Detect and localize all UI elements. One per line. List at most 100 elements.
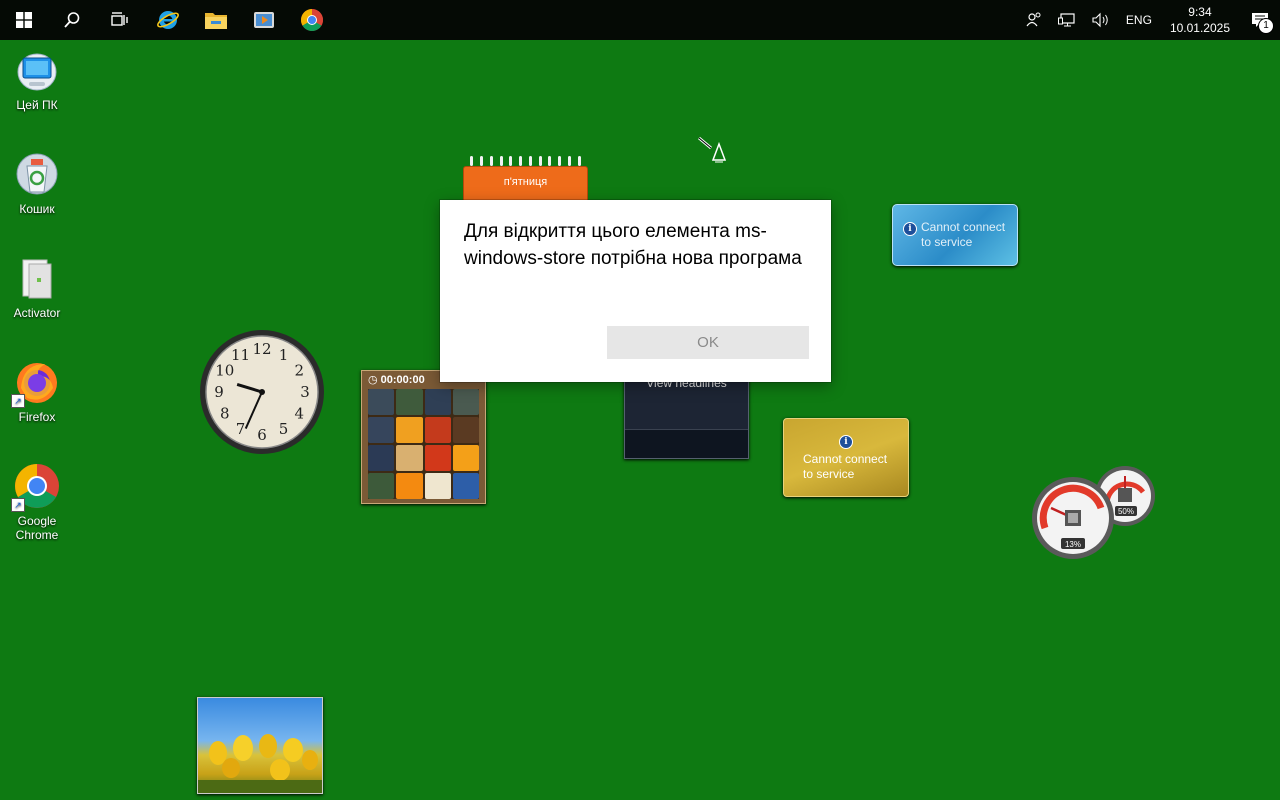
puzzle-tile[interactable] — [452, 445, 479, 471]
puzzle-tile[interactable] — [368, 417, 395, 443]
puzzle-tile[interactable] — [452, 473, 479, 499]
volume-button[interactable] — [1084, 0, 1118, 40]
desktop-icon-activator[interactable]: Activator — [4, 254, 70, 320]
recycle-bin-icon — [16, 153, 58, 195]
desktop-icon-recycle-bin[interactable]: Кошик — [4, 150, 70, 216]
clock-date: 10.01.2025 — [1169, 21, 1230, 35]
clock-numeral: 7 — [236, 420, 246, 438]
app-required-dialog: Для відкриття цього елемента ms-windows-… — [440, 200, 831, 382]
shortcut-arrow-icon: ↗ — [11, 394, 25, 408]
chrome-taskbar-button[interactable] — [288, 0, 336, 40]
calendar-rings — [463, 156, 588, 166]
desktop-icon-label: Цей ПК — [16, 98, 58, 112]
puzzle-grid[interactable] — [368, 389, 479, 499]
puzzle-tile[interactable] — [424, 445, 451, 471]
clock-numeral: 9 — [214, 383, 224, 401]
cpu-meter-dials: 50% 13% — [1032, 466, 1155, 559]
puzzle-tile[interactable] — [396, 389, 423, 415]
taskbar-clock[interactable]: 9:34 10.01.2025 — [1160, 4, 1240, 36]
puzzle-tile[interactable] — [452, 389, 479, 415]
network-icon — [1057, 13, 1075, 27]
desktop-icon-this-pc[interactable]: Цей ПК — [4, 46, 70, 112]
windows-logo-icon — [16, 12, 32, 28]
taskbar: ENG 9:34 10.01.2025 1 — [0, 0, 1280, 40]
clock-numeral: 3 — [300, 383, 310, 401]
puzzle-tile[interactable] — [424, 417, 451, 443]
picture-puzzle-gadget[interactable]: ◷ 00:00:00 — [361, 370, 486, 504]
this-pc-icon — [17, 53, 57, 91]
cpu-meter-gadget[interactable]: 50% 13% — [1031, 464, 1157, 560]
calendar-gadget[interactable]: п'ятниця — [463, 156, 588, 204]
puzzle-tile[interactable] — [368, 389, 395, 415]
clock-numeral: 12 — [252, 340, 271, 358]
internet-explorer-button[interactable] — [144, 0, 192, 40]
puzzle-tile[interactable] — [396, 473, 423, 499]
speaker-icon — [1092, 12, 1108, 28]
notification-count-badge: 1 — [1258, 18, 1274, 34]
clock-gadget[interactable]: 1 2 3 4 5 6 7 8 9 10 11 12 — [198, 328, 326, 456]
start-button[interactable] — [0, 0, 48, 40]
action-center-button[interactable]: 1 — [1240, 0, 1280, 40]
clock-numeral: 5 — [279, 420, 289, 438]
chrome-icon — [301, 9, 323, 31]
people-button[interactable] — [1018, 0, 1050, 40]
desktop-icon-label: Кошик — [19, 202, 55, 216]
network-button[interactable] — [1050, 0, 1084, 40]
activator-icon — [22, 259, 52, 299]
puzzle-tile[interactable] — [396, 417, 423, 443]
clock-numeral: 10 — [215, 362, 234, 380]
firefox-icon-wrap: ↗ — [11, 358, 61, 408]
headlines-gadget[interactable]: View headlines — [624, 370, 749, 459]
analog-clock-face: 1234567891011 12 — [200, 330, 324, 454]
folder-icon — [205, 13, 227, 29]
clock-numeral: 11 — [231, 346, 250, 364]
currency-status: Cannot connect to service — [803, 452, 888, 481]
clock-numeral: 2 — [294, 362, 304, 380]
clock-time: 9:34 — [1188, 5, 1212, 19]
slideshow-gadget[interactable] — [197, 697, 323, 794]
puzzle-tile[interactable] — [424, 473, 451, 499]
desktop-icon-firefox[interactable]: ↗ Firefox — [4, 358, 70, 424]
language-indicator[interactable]: ENG — [1118, 0, 1160, 40]
dialog-message: Для відкриття цього елемента ms-windows-… — [464, 221, 802, 269]
file-explorer-button[interactable] — [192, 0, 240, 40]
desktop-icon-chrome[interactable]: ↗ Google Chrome — [4, 462, 70, 542]
task-view-button[interactable] — [96, 0, 144, 40]
puzzle-timer-value: 00:00:00 — [380, 374, 425, 386]
search-button[interactable] — [48, 0, 96, 40]
system-tray: ENG 9:34 10.01.2025 1 — [1018, 0, 1280, 40]
clock-numeral: 4 — [294, 405, 304, 423]
ram-percent: 50% — [1118, 507, 1134, 516]
clock-numeral: 8 — [220, 405, 230, 423]
puzzle-tile[interactable] — [452, 417, 479, 443]
calendar-day-label: п'ятниця — [463, 166, 588, 204]
chrome-icon-wrap: ↗ — [11, 462, 61, 512]
weather-gadget[interactable]: i Cannot connect to service — [892, 204, 1018, 266]
language-label: ENG — [1125, 13, 1152, 27]
tulips-photo — [198, 734, 322, 793]
ok-button[interactable]: OK — [607, 326, 809, 359]
cpu-percent: 13% — [1065, 540, 1081, 549]
search-icon — [64, 12, 80, 28]
info-icon: i — [903, 222, 917, 236]
desktop-icon-label: Google Chrome — [15, 514, 59, 542]
puzzle-tile[interactable] — [368, 445, 395, 471]
puzzle-tile[interactable] — [368, 473, 395, 499]
clock-numeral: 1 — [279, 346, 289, 364]
media-player-button[interactable] — [240, 0, 288, 40]
busy-cursor-icon — [698, 136, 727, 163]
info-icon: i — [839, 435, 853, 449]
people-icon — [1026, 12, 1041, 27]
media-player-icon — [254, 12, 274, 28]
headlines-footer — [625, 429, 748, 458]
clock-numeral: 6 — [257, 426, 267, 444]
weather-status: Cannot connect to service — [921, 220, 1006, 249]
puzzle-tile[interactable] — [396, 445, 423, 471]
puzzle-tile[interactable] — [424, 389, 451, 415]
desktop-icon-label: Firefox — [18, 410, 56, 424]
currency-gadget[interactable]: i Cannot connect to service — [783, 418, 909, 497]
internet-explorer-icon — [157, 11, 179, 29]
shortcut-arrow-icon: ↗ — [11, 498, 25, 512]
desktop-icon-label: Activator — [13, 306, 61, 320]
puzzle-timer: ◷ 00:00:00 — [368, 374, 425, 386]
